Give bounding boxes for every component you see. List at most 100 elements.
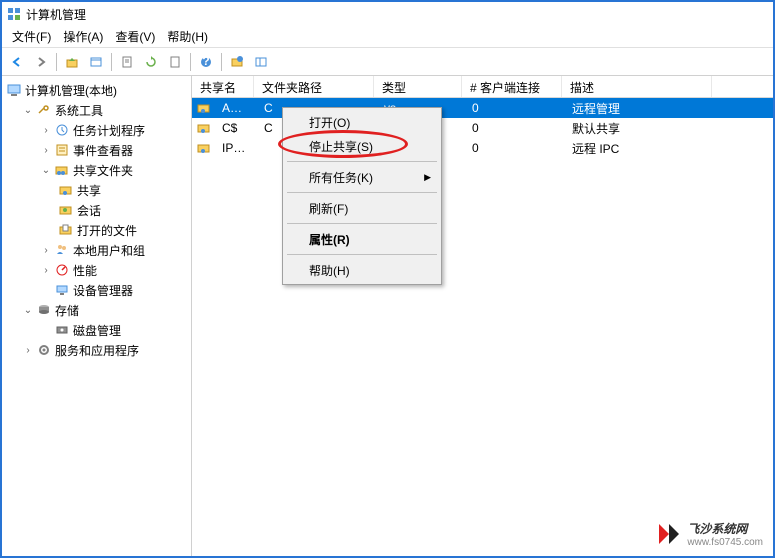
col-header-name[interactable]: 共享名 [192, 76, 254, 97]
share-icon [196, 140, 212, 156]
collapse-icon[interactable]: ⌄ [40, 164, 52, 176]
help-button[interactable]: ? [195, 51, 217, 73]
event-icon [54, 142, 70, 158]
watermark-url: www.fs0745.com [687, 537, 763, 548]
share-icon [196, 120, 212, 136]
spacer [40, 324, 52, 336]
tree-root[interactable]: 计算机管理(本地) [4, 80, 189, 100]
view-mode-button[interactable] [250, 51, 272, 73]
tools-icon [36, 102, 52, 118]
cell-name: AD... [214, 101, 256, 115]
toolbar-separator [190, 53, 191, 71]
tree-local-users[interactable]: › 本地用户和组 [4, 240, 189, 260]
clock-icon [54, 122, 70, 138]
tree-label: 计算机管理(本地) [25, 82, 117, 99]
shares-icon [58, 182, 74, 198]
shared-folder-icon [54, 162, 70, 178]
col-header-clients[interactable]: # 客户端连接 [462, 76, 562, 97]
tree-label: 存储 [55, 302, 79, 319]
show-hide-button[interactable] [85, 51, 107, 73]
tree-system-tools[interactable]: ⌄ 系统工具 [4, 100, 189, 120]
list-row[interactable]: AD... C vs 0 远程管理 [192, 98, 773, 118]
tree-shared-folders[interactable]: ⌄ 共享文件夹 [4, 160, 189, 180]
tree-label: 任务计划程序 [73, 122, 145, 139]
up-folder-button[interactable] [61, 51, 83, 73]
collapse-icon[interactable]: ⌄ [22, 104, 34, 116]
ctx-label: 打开(O) [309, 114, 350, 131]
watermark-logo-icon [655, 520, 683, 548]
tree-event-viewer[interactable]: › 事件查看器 [4, 140, 189, 160]
tree-task-scheduler[interactable]: › 任务计划程序 [4, 120, 189, 140]
ctx-all-tasks[interactable]: 所有任务(K) ▶ [285, 165, 439, 189]
ctx-refresh[interactable]: 刷新(F) [285, 196, 439, 220]
ctx-label: 属性(R) [309, 231, 350, 248]
expand-icon[interactable]: › [40, 124, 52, 136]
tree-services-apps[interactable]: › 服务和应用程序 [4, 340, 189, 360]
tree-sessions[interactable]: 会话 [4, 200, 189, 220]
tree-panel: 计算机管理(本地) ⌄ 系统工具 › 任务计划程序 › 事件查看器 ⌄ 共享文件… [2, 76, 192, 556]
collapse-icon[interactable]: ⌄ [22, 304, 34, 316]
titlebar: 计算机管理 [2, 2, 773, 26]
menu-action[interactable]: 操作(A) [57, 26, 109, 47]
col-header-type[interactable]: 类型 [374, 76, 462, 97]
ctx-properties[interactable]: 属性(R) [285, 227, 439, 251]
tree-label: 共享文件夹 [73, 162, 133, 179]
cell-name: C$ [214, 121, 256, 135]
cell-clients: 0 [464, 141, 564, 155]
menubar: 文件(F) 操作(A) 查看(V) 帮助(H) [2, 26, 773, 48]
ctx-separator [287, 192, 437, 193]
services-icon [36, 342, 52, 358]
cell-name: IPC$ [214, 141, 256, 155]
new-share-button[interactable] [226, 51, 248, 73]
tree-performance[interactable]: › 性能 [4, 260, 189, 280]
cell-desc: 远程 IPC [564, 140, 714, 157]
menu-help[interactable]: 帮助(H) [161, 26, 214, 47]
list-row[interactable]: IPC$ vs 0 远程 IPC [192, 138, 773, 158]
storage-icon [36, 302, 52, 318]
expand-icon[interactable]: › [22, 344, 34, 356]
tree-label: 本地用户和组 [73, 242, 145, 259]
properties-button[interactable] [164, 51, 186, 73]
performance-icon [54, 262, 70, 278]
menu-view[interactable]: 查看(V) [109, 26, 161, 47]
tree-shares[interactable]: 共享 [4, 180, 189, 200]
spacer [40, 284, 52, 296]
tree-label: 打开的文件 [77, 222, 137, 239]
tree-device-manager[interactable]: 设备管理器 [4, 280, 189, 300]
tree-disk-mgmt[interactable]: 磁盘管理 [4, 320, 189, 340]
menu-file[interactable]: 文件(F) [6, 26, 57, 47]
window-title: 计算机管理 [26, 6, 86, 23]
disk-icon [54, 322, 70, 338]
forward-button[interactable] [30, 51, 52, 73]
share-icon [196, 100, 212, 116]
back-button[interactable] [6, 51, 28, 73]
computer-icon [6, 82, 22, 98]
tree-storage[interactable]: ⌄ 存储 [4, 300, 189, 320]
ctx-label: 帮助(H) [309, 262, 350, 279]
tree-label: 设备管理器 [73, 282, 133, 299]
ctx-help[interactable]: 帮助(H) [285, 258, 439, 282]
list-row[interactable]: C$ C vs 0 默认共享 [192, 118, 773, 138]
toolbar-separator [111, 53, 112, 71]
ctx-separator [287, 223, 437, 224]
expand-icon[interactable]: › [40, 244, 52, 256]
refresh-button[interactable] [140, 51, 162, 73]
col-header-desc[interactable]: 描述 [562, 76, 712, 97]
context-menu: 打开(O) 停止共享(S) 所有任务(K) ▶ 刷新(F) 属性(R) 帮助(H) [282, 107, 442, 285]
ctx-open[interactable]: 打开(O) [285, 110, 439, 134]
tree-label: 磁盘管理 [73, 322, 121, 339]
tree-label: 事件查看器 [73, 142, 133, 159]
tree-open-files[interactable]: 打开的文件 [4, 220, 189, 240]
cell-clients: 0 [464, 121, 564, 135]
col-header-path[interactable]: 文件夹路径 [254, 76, 374, 97]
submenu-arrow-icon: ▶ [424, 172, 431, 183]
ctx-stop-sharing[interactable]: 停止共享(S) [285, 134, 439, 158]
tree-label: 性能 [73, 262, 97, 279]
tree-label: 服务和应用程序 [55, 342, 139, 359]
watermark: 飞沙系统网 www.fs0745.com [655, 520, 763, 548]
export-button[interactable] [116, 51, 138, 73]
expand-icon[interactable]: › [40, 144, 52, 156]
expand-icon[interactable]: › [40, 264, 52, 276]
cell-clients: 0 [464, 101, 564, 115]
ctx-label: 所有任务(K) [309, 169, 373, 186]
